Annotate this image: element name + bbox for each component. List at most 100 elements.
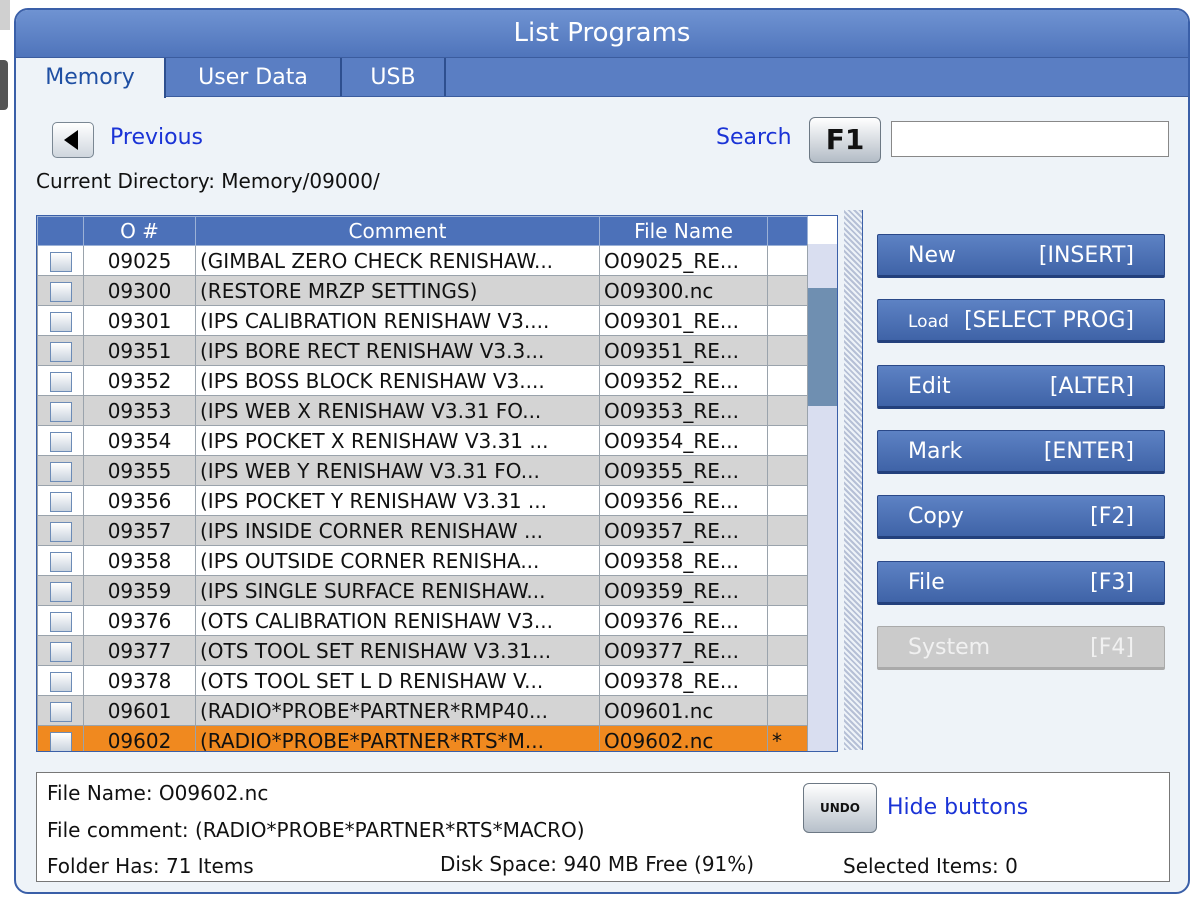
load-button[interactable]: Load [SELECT PROG]	[877, 299, 1165, 343]
checkbox-icon[interactable]	[49, 732, 72, 751]
row-checkbox-cell[interactable]	[37, 335, 84, 366]
hide-buttons-link[interactable]: Hide buttons	[887, 795, 1028, 820]
row-checkbox-cell[interactable]	[37, 725, 84, 751]
search-input[interactable]	[891, 121, 1169, 157]
checkbox-icon[interactable]	[49, 642, 72, 662]
row-file-name: O09601.nc	[599, 695, 768, 726]
row-checkbox-cell[interactable]	[37, 485, 84, 516]
row-onum: 09355	[83, 455, 196, 486]
tab-user-data[interactable]: User Data	[166, 58, 342, 96]
checkbox-icon[interactable]	[49, 522, 72, 542]
row-checkbox-cell[interactable]	[37, 275, 84, 306]
table-row[interactable]: 09300 (RESTORE MRZP SETTINGS) O09300.nc	[37, 275, 808, 306]
row-checkbox-cell[interactable]	[37, 605, 84, 636]
row-checkbox-cell[interactable]	[37, 305, 84, 336]
row-mark	[767, 425, 808, 456]
table-row[interactable]: 09351 (IPS BORE RECT RENISHAW V3.3... O093…	[37, 335, 808, 366]
checkbox-icon[interactable]	[49, 492, 72, 512]
scrollbar-thumb[interactable]	[808, 288, 837, 406]
file-button[interactable]: File [F3]	[877, 561, 1165, 605]
checkbox-icon[interactable]	[49, 552, 72, 572]
row-checkbox-cell[interactable]	[37, 245, 84, 276]
table-row[interactable]: 09601 (RADIO*PROBE*PARTNER*RMP40... O09601…	[37, 695, 808, 726]
table-row[interactable]: 09301 (IPS CALIBRATION RENISHAW V3.... O09…	[37, 305, 808, 336]
system-button: System [F4]	[877, 626, 1165, 670]
table-row[interactable]: 09354 (IPS POCKET X RENISHAW V3.31 ... O09…	[37, 425, 808, 456]
table-row[interactable]: 09602 (RADIO*PROBE*PARTNER*RTS*M... O09602…	[37, 725, 808, 751]
current-directory: Current Directory: Memory/09000/	[36, 169, 380, 193]
checkbox-icon[interactable]	[49, 672, 72, 692]
checkbox-icon[interactable]	[49, 282, 72, 302]
checkbox-icon[interactable]	[49, 582, 72, 602]
info-selected-items: Selected Items: 0	[843, 854, 1018, 878]
previous-link[interactable]: Previous	[110, 125, 203, 150]
row-onum: 09356	[83, 485, 196, 516]
tab-bar: Memory User Data USB	[16, 57, 1188, 98]
table-row[interactable]: 09378 (OTS TOOL SET L D RENISHAW V... O093…	[37, 665, 808, 696]
table-row[interactable]: 09377 (OTS TOOL SET RENISHAW V3.31... O093…	[37, 635, 808, 666]
checkbox-icon[interactable]	[49, 702, 72, 722]
column-header-onum[interactable]: O #	[83, 216, 196, 246]
row-comment: (IPS BOSS BLOCK RENISHAW V3....	[195, 365, 600, 396]
row-mark	[767, 335, 808, 366]
row-file-name: O09358_RE...	[599, 545, 768, 576]
row-file-name: O09602.nc	[599, 725, 768, 751]
program-list: O # Comment File Name 09025 (GIMBAL ZERO …	[36, 215, 838, 752]
row-mark	[767, 365, 808, 396]
checkbox-icon[interactable]	[49, 342, 72, 362]
tab-memory[interactable]: Memory	[16, 58, 166, 98]
row-checkbox-cell[interactable]	[37, 455, 84, 486]
checkbox-icon[interactable]	[49, 252, 72, 272]
previous-button[interactable]	[52, 122, 94, 158]
checkbox-icon[interactable]	[49, 372, 72, 392]
info-disk-space: Disk Space: 940 MB Free (91%)	[440, 852, 755, 876]
mark-button[interactable]: Mark [ENTER]	[877, 430, 1165, 474]
row-checkbox-cell[interactable]	[37, 365, 84, 396]
table-row[interactable]: 09356 (IPS POCKET Y RENISHAW V3.31 ... O09…	[37, 485, 808, 516]
table-row[interactable]: 09359 (IPS SINGLE SURFACE RENISHAW... O093…	[37, 575, 808, 606]
checkbox-icon[interactable]	[49, 432, 72, 452]
row-checkbox-cell[interactable]	[37, 695, 84, 726]
row-onum: 09354	[83, 425, 196, 456]
button-shortcut: [F3]	[1090, 570, 1134, 595]
checkbox-icon[interactable]	[49, 402, 72, 422]
row-comment: (IPS OUTSIDE CORNER RENISHA...	[195, 545, 600, 576]
column-header-file-name[interactable]: File Name	[599, 216, 768, 246]
checkbox-icon[interactable]	[49, 462, 72, 482]
row-checkbox-cell[interactable]	[37, 575, 84, 606]
table-row[interactable]: 09025 (GIMBAL ZERO CHECK RENISHAW... O0902…	[37, 245, 808, 276]
row-checkbox-cell[interactable]	[37, 515, 84, 546]
table-row[interactable]: 09357 (IPS INSIDE CORNER RENISHAW ... O093…	[37, 515, 808, 546]
tab-usb[interactable]: USB	[342, 58, 446, 96]
row-checkbox-cell[interactable]	[37, 545, 84, 576]
checkbox-icon[interactable]	[49, 612, 72, 632]
table-row[interactable]: 09358 (IPS OUTSIDE CORNER RENISHA... O0935…	[37, 545, 808, 576]
copy-button[interactable]: Copy [F2]	[877, 495, 1165, 539]
list-scrollbar[interactable]	[807, 244, 837, 751]
row-mark	[767, 545, 808, 576]
window-title: List Programs	[16, 10, 1188, 57]
table-row[interactable]: 09353 (IPS WEB X RENISHAW V3.31 FO... O093…	[37, 395, 808, 426]
button-label: New	[908, 243, 956, 268]
table-row[interactable]: 09376 (OTS CALIBRATION RENISHAW V3... O093…	[37, 605, 808, 636]
row-checkbox-cell[interactable]	[37, 425, 84, 456]
edit-button[interactable]: Edit [ALTER]	[877, 365, 1165, 409]
row-onum: 09352	[83, 365, 196, 396]
table-row[interactable]: 09352 (IPS BOSS BLOCK RENISHAW V3.... O093…	[37, 365, 808, 396]
checkbox-icon[interactable]	[49, 312, 72, 332]
row-checkbox-cell[interactable]	[37, 665, 84, 696]
button-label: File	[908, 570, 945, 595]
undo-button[interactable]: UNDO	[803, 783, 877, 833]
search-label: Search	[716, 125, 792, 150]
row-mark	[767, 485, 808, 516]
button-shortcut: [ALTER]	[1049, 374, 1134, 399]
column-header-comment[interactable]: Comment	[195, 216, 600, 246]
row-checkbox-cell[interactable]	[37, 395, 84, 426]
search-f1-button[interactable]: F1	[809, 117, 881, 163]
row-comment: (IPS POCKET Y RENISHAW V3.31 ...	[195, 485, 600, 516]
row-file-name: O09356_RE...	[599, 485, 768, 516]
row-checkbox-cell[interactable]	[37, 635, 84, 666]
new-button[interactable]: New [INSERT]	[877, 234, 1165, 278]
table-row[interactable]: 09355 (IPS WEB Y RENISHAW V3.31 FO... O093…	[37, 455, 808, 486]
row-mark	[767, 245, 808, 276]
